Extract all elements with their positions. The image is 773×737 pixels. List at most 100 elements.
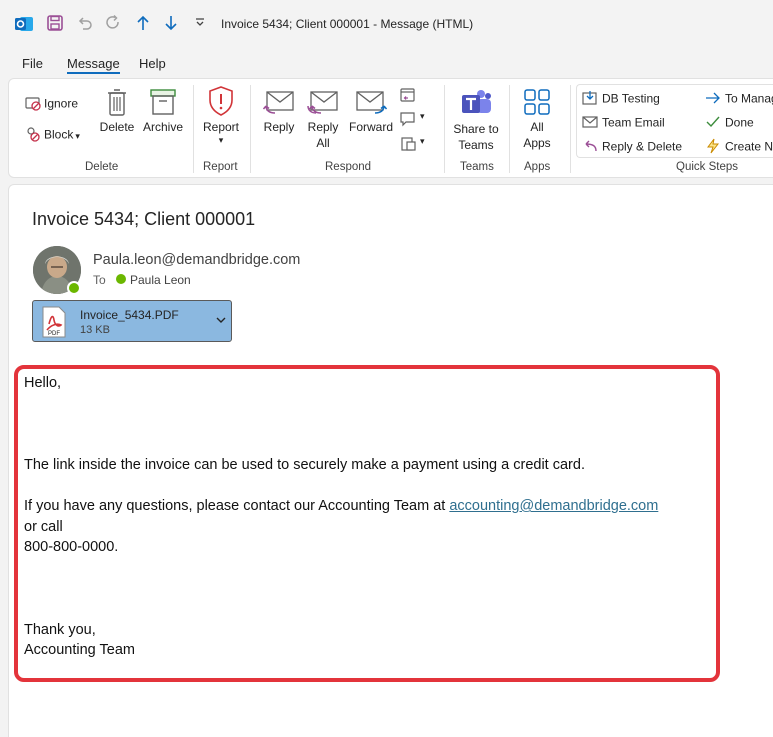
quick-step-label: Create Ne bbox=[725, 139, 773, 154]
chevron-down-icon: ▾ bbox=[420, 136, 425, 146]
reply-all-icon bbox=[305, 89, 341, 117]
calendar-reply-icon bbox=[399, 88, 417, 106]
chevron-down-icon: ▾ bbox=[420, 111, 425, 121]
archive-button[interactable]: Archive bbox=[140, 87, 186, 135]
body-line-questions-text: If you have any questions, please contac… bbox=[24, 498, 450, 514]
meeting-reply-button[interactable] bbox=[399, 87, 417, 106]
quick-step-reply-delete[interactable]: Reply & Delete bbox=[582, 138, 682, 157]
undo-icon[interactable] bbox=[76, 14, 94, 37]
attachment-size: 13 KB bbox=[80, 324, 110, 336]
forward-label: Forward bbox=[348, 120, 393, 134]
body-highlight-box bbox=[14, 365, 720, 682]
group-label-apps: Apps bbox=[524, 161, 551, 173]
reply-all-label-line1: Reply bbox=[307, 120, 339, 134]
group-label-delete: Delete bbox=[85, 161, 119, 173]
archive-icon bbox=[140, 87, 186, 117]
group-label-report: Report bbox=[203, 161, 238, 173]
trash-icon bbox=[99, 87, 135, 117]
teams-icon bbox=[451, 87, 501, 119]
move-to-folder-icon bbox=[582, 90, 598, 109]
title-bar: Invoice 5434; Client 000001 - Message (H… bbox=[0, 0, 773, 48]
recipient-name[interactable]: Paula Leon bbox=[130, 273, 191, 287]
reply-all-label-line2: All bbox=[316, 136, 330, 150]
tab-file[interactable]: File bbox=[22, 56, 43, 71]
all-apps-button[interactable]: All Apps bbox=[519, 87, 555, 151]
block-button[interactable]: Block ▾ bbox=[25, 126, 80, 145]
chat-reply-icon bbox=[399, 112, 417, 130]
redo-icon[interactable] bbox=[104, 14, 122, 37]
reply-label: Reply bbox=[263, 120, 295, 134]
im-reply-button[interactable]: ▾ bbox=[399, 111, 425, 130]
group-label-teams: Teams bbox=[460, 161, 494, 173]
group-divider bbox=[570, 85, 571, 173]
body-line-questions: If you have any questions, please contac… bbox=[24, 498, 658, 514]
delete-label: Delete bbox=[99, 120, 135, 134]
group-label-quick-steps: Quick Steps bbox=[676, 161, 738, 173]
reply-all-button[interactable]: Reply All bbox=[305, 89, 341, 151]
tab-message[interactable]: Message bbox=[67, 56, 120, 71]
group-divider bbox=[444, 85, 445, 173]
group-label-respond: Respond bbox=[325, 161, 372, 173]
group-divider bbox=[250, 85, 251, 173]
ignore-button[interactable]: Ignore bbox=[25, 95, 78, 114]
checkmark-icon bbox=[705, 114, 721, 133]
more-respond-button[interactable]: ▾ bbox=[399, 136, 425, 155]
to-label: To bbox=[93, 273, 106, 287]
pdf-icon-text: PDF bbox=[48, 331, 60, 337]
quick-step-label: To Manag bbox=[725, 91, 773, 106]
body-signature: Accounting Team bbox=[24, 642, 135, 658]
attachment-card[interactable]: PDF Invoice_5434.PDF 13 KB bbox=[32, 300, 232, 342]
body-line-or-call: or call bbox=[24, 519, 63, 535]
message-subject: Invoice 5434; Client 000001 bbox=[32, 209, 256, 229]
quick-step-create-new[interactable]: Create Ne bbox=[705, 138, 773, 157]
quick-step-to-manager[interactable]: To Manag bbox=[705, 90, 773, 109]
reply-arrow-icon bbox=[582, 138, 598, 157]
forward-button[interactable]: Forward bbox=[347, 89, 395, 135]
chevron-down-icon[interactable] bbox=[215, 313, 227, 331]
presence-available-icon bbox=[116, 274, 126, 284]
next-item-icon[interactable] bbox=[162, 14, 180, 37]
arrow-right-icon bbox=[705, 90, 721, 109]
quick-step-done[interactable]: Done bbox=[705, 114, 754, 133]
ribbon: Ignore Block ▾ Delete Archive Delete Repo… bbox=[8, 78, 773, 178]
delete-button[interactable]: Delete bbox=[99, 87, 135, 135]
pdf-file-icon: PDF bbox=[41, 306, 67, 343]
window-title: Invoice 5434; Client 000001 - Message (H… bbox=[221, 17, 474, 31]
outlook-logo-icon bbox=[14, 14, 34, 39]
attachment-name: Invoice_5434.PDF bbox=[80, 308, 179, 322]
more-respond-icon bbox=[399, 137, 417, 155]
previous-item-icon[interactable] bbox=[134, 14, 152, 37]
quick-step-label: DB Testing bbox=[602, 91, 660, 106]
quick-step-label: Reply & Delete bbox=[602, 139, 683, 154]
block-label: Block bbox=[44, 127, 74, 142]
report-button[interactable]: Report ▾ bbox=[200, 85, 242, 145]
tab-help[interactable]: Help bbox=[139, 56, 166, 71]
presence-available-icon bbox=[67, 281, 81, 295]
body-line-phone: 800-800-0000. bbox=[24, 539, 119, 555]
report-label: Report bbox=[202, 120, 240, 134]
lightning-icon bbox=[705, 138, 721, 157]
forward-icon bbox=[347, 89, 395, 117]
envelope-icon bbox=[582, 114, 598, 133]
sender-email[interactable]: Paula.leon@demandbridge.com bbox=[93, 252, 300, 268]
share-to-teams-label-line1: Share to bbox=[453, 122, 499, 136]
chevron-down-icon: ▾ bbox=[218, 135, 224, 145]
group-divider bbox=[193, 85, 194, 173]
share-to-teams-label-line2: Teams bbox=[458, 138, 494, 152]
block-icon bbox=[25, 126, 41, 145]
customize-toolbar-icon[interactable] bbox=[194, 14, 206, 37]
active-tab-indicator bbox=[67, 72, 120, 74]
quick-step-team-email[interactable]: Team Email bbox=[582, 114, 665, 133]
body-greeting: Hello, bbox=[24, 375, 62, 391]
quick-step-db-testing[interactable]: DB Testing bbox=[582, 90, 660, 109]
group-divider bbox=[509, 85, 510, 173]
reply-button[interactable]: Reply bbox=[261, 89, 297, 135]
share-to-teams-button[interactable]: Share to Teams bbox=[451, 87, 501, 153]
all-apps-label-line1: All bbox=[530, 120, 544, 134]
accounting-email-link[interactable]: accounting@demandbridge.com bbox=[449, 498, 658, 514]
all-apps-label-line2: Apps bbox=[523, 136, 551, 150]
save-icon[interactable] bbox=[46, 14, 64, 37]
quick-step-label: Done bbox=[725, 115, 754, 130]
chevron-down-icon: ▾ bbox=[75, 130, 80, 141]
apps-grid-icon bbox=[519, 87, 555, 117]
